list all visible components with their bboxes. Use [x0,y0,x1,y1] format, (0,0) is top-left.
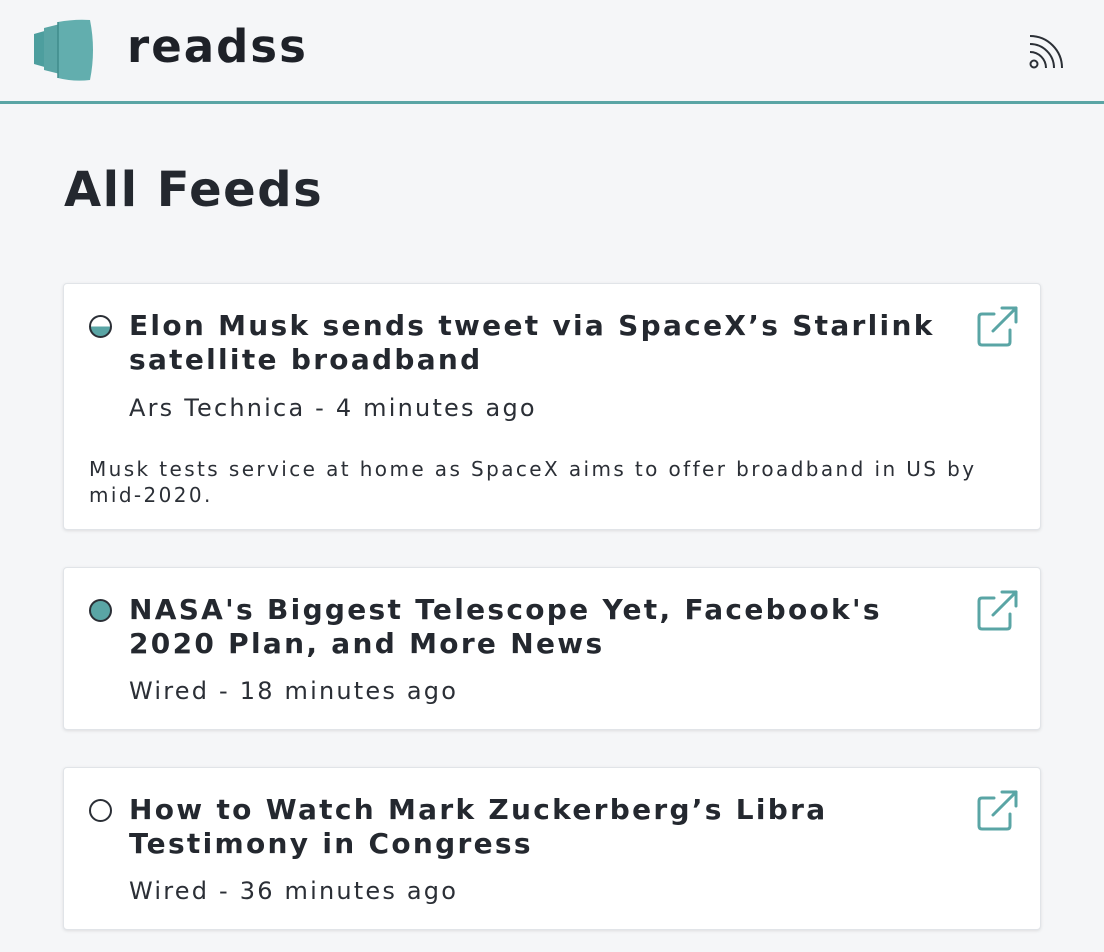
external-link-icon[interactable] [974,304,1020,350]
rss-icon[interactable] [1026,30,1068,72]
feed-item-meta: Ars Technica - 4 minutes ago [129,394,537,422]
external-link-icon[interactable] [974,588,1020,634]
feed-item-title[interactable]: Elon Musk sends tweet via SpaceX’s Starl… [129,309,969,377]
app-header: readss [0,0,1104,104]
feed-item-meta: Wired - 36 minutes ago [129,877,459,905]
external-link-icon[interactable] [974,788,1020,834]
feed-item-card[interactable]: How to Watch Mark Zuckerberg’s Libra Tes… [63,767,1041,930]
app-logo-icon[interactable] [30,16,96,82]
read-progress-full-icon[interactable] [89,599,112,622]
feed-item-title[interactable]: How to Watch Mark Zuckerberg’s Libra Tes… [129,793,969,861]
app-title[interactable]: readss [127,20,308,73]
page-title: All Feeds [64,162,324,218]
read-progress-empty-icon[interactable] [89,799,112,822]
read-progress-half-icon[interactable] [89,315,112,338]
feed-item-meta: Wired - 18 minutes ago [129,677,459,705]
feed-item-description: Musk tests service at home as SpaceX aim… [89,457,977,507]
feed-item-title[interactable]: NASA's Biggest Telescope Yet, Facebook's… [129,593,969,661]
feed-item-card[interactable]: Elon Musk sends tweet via SpaceX’s Starl… [63,283,1041,530]
feed-item-card[interactable]: NASA's Biggest Telescope Yet, Facebook's… [63,567,1041,730]
